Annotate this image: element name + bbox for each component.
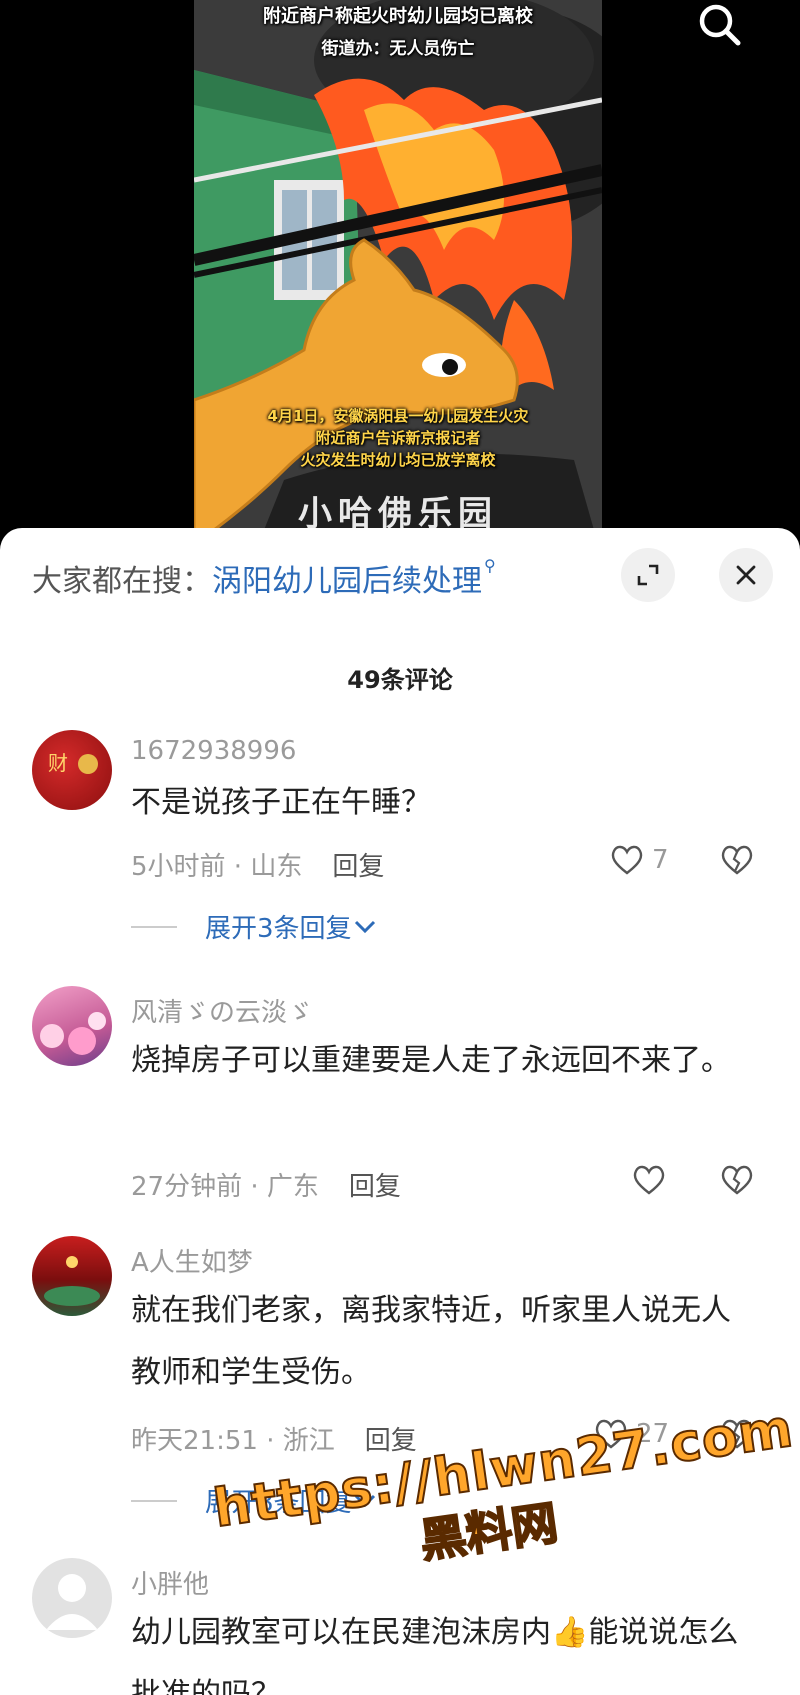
- search-icon: [699, 4, 741, 46]
- comment-time-location: 27分钟前 · 广东: [131, 1172, 319, 1202]
- video-caption-bottom-3: 火灾发生时幼儿均已放学离校: [300, 451, 496, 469]
- heart-icon: [633, 1165, 665, 1195]
- comment-time-location: 昨天21:51 · 浙江: [131, 1426, 335, 1456]
- comment-time-location: 5小时前 · 山东: [131, 852, 303, 882]
- avatar[interactable]: [32, 1558, 112, 1638]
- video-player[interactable]: 附近商户称起火时幼儿园均已离校 街道办：无人员伤亡 4月1日，安徽涡阳县一幼儿园…: [0, 0, 800, 530]
- dislike-button[interactable]: [720, 1164, 754, 1200]
- reply-button[interactable]: 回复: [349, 1172, 401, 1202]
- close-button[interactable]: [719, 548, 773, 602]
- avatar[interactable]: [32, 1236, 112, 1316]
- search-small-icon: ⚲: [484, 556, 496, 575]
- avatar-image: [44, 1256, 100, 1306]
- expand-replies-button[interactable]: 展开3条回复: [131, 908, 378, 945]
- trending-search-prefix: 大家都在搜：: [32, 564, 212, 599]
- video-caption-top-2: 街道办：无人员伤亡: [321, 39, 475, 59]
- comment-text: 就在我们老家，离我家特近，听家里人说无人教师和学生受伤。: [131, 1293, 731, 1390]
- expand-icon: [637, 564, 659, 586]
- like-button[interactable]: 7: [610, 844, 669, 876]
- comment-username[interactable]: 1672938996: [131, 736, 296, 766]
- heart-icon: [611, 845, 643, 875]
- comment-username[interactable]: 风清ゞの云淡ゞ: [131, 992, 313, 1029]
- divider-line: [131, 925, 177, 928]
- broken-heart-icon: [721, 1165, 753, 1195]
- avatar-image: [40, 1012, 106, 1055]
- kindergarten-sign-text: 小哈佛乐园: [298, 494, 498, 530]
- search-button[interactable]: [690, 0, 750, 50]
- svg-text:财: 财: [48, 751, 68, 775]
- expand-fullscreen-button[interactable]: [621, 548, 675, 602]
- trending-search[interactable]: 大家都在搜：涡阳幼儿园后续处理 ⚲: [32, 556, 496, 600]
- avatar-image: 财: [48, 751, 98, 775]
- comment-count: 49条评论: [347, 666, 453, 694]
- comment-meta: 27分钟前 · 广东 回复: [131, 1166, 401, 1203]
- like-count: 7: [652, 845, 669, 875]
- video-caption-bottom-2: 附近商户告诉新京报记者: [315, 429, 481, 447]
- chevron-down-icon: [354, 920, 375, 933]
- trending-search-query[interactable]: 涡阳幼儿园后续处理: [212, 564, 482, 599]
- video-caption-bottom-1: 4月1日，安徽涡阳县一幼儿园发生火灾: [267, 407, 529, 425]
- comment-username[interactable]: 小胖他: [131, 1564, 209, 1601]
- comment-meta: 昨天21:51 · 浙江 回复: [131, 1420, 417, 1457]
- reply-button[interactable]: 回复: [332, 852, 384, 882]
- expand-replies-label: 展开3条回复: [205, 914, 352, 944]
- avatar[interactable]: [32, 986, 112, 1066]
- broken-heart-icon: [721, 845, 753, 875]
- avatar[interactable]: 财: [32, 730, 112, 810]
- comment-text: 幼儿园教室可以在民建泡沫房内👍能说说怎么批准的吗？: [131, 1615, 739, 1695]
- close-icon: [736, 565, 756, 585]
- comment-text: 不是说孩子正在午睡？: [131, 785, 431, 820]
- default-avatar-icon: [46, 1574, 98, 1630]
- comment-meta: 5小时前 · 山东 回复: [131, 846, 384, 883]
- comment-username[interactable]: A人生如梦: [131, 1242, 253, 1279]
- dislike-button[interactable]: [720, 844, 754, 880]
- video-frame: 附近商户称起火时幼儿园均已离校 街道办：无人员伤亡 4月1日，安徽涡阳县一幼儿园…: [194, 0, 602, 530]
- video-caption-top-1: 附近商户称起火时幼儿园均已离校: [263, 6, 533, 27]
- comment-text: 烧掉房子可以重建要是人走了永远回不来了。: [131, 1043, 731, 1078]
- like-button[interactable]: [632, 1164, 674, 1196]
- divider-line: [131, 1499, 177, 1502]
